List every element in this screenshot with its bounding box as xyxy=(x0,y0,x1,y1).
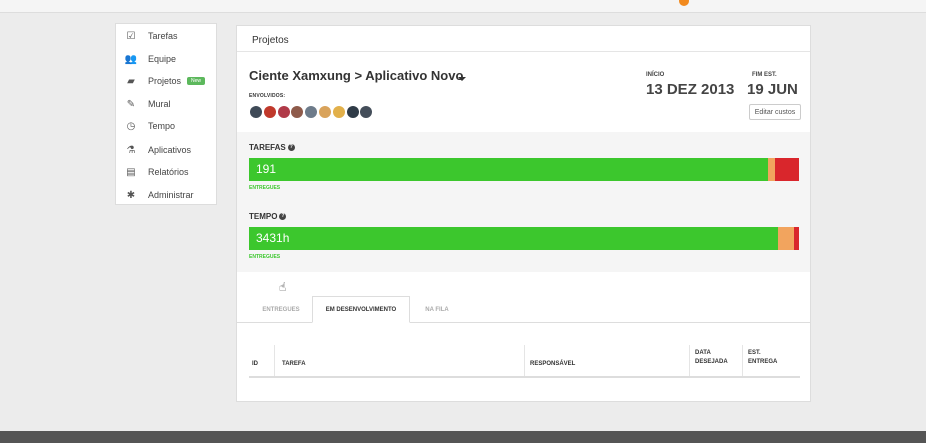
avatar[interactable] xyxy=(277,106,290,118)
metrics-panel: TAREFAS? 191 ENTREGUES TEMPO? 3431h ENTR… xyxy=(237,132,810,272)
column-divider xyxy=(742,345,743,376)
sidebar-item-tarefas[interactable]: ☑ Tarefas xyxy=(116,26,216,46)
sidebar-item-projetos[interactable]: ▰ Projetos New xyxy=(116,71,216,91)
avatar[interactable] xyxy=(332,106,345,118)
sidebar-item-label: Projetos xyxy=(148,76,182,86)
tasks-value: 191 xyxy=(256,162,277,176)
tab-na-fila[interactable]: NA FILA xyxy=(412,296,462,323)
sidebar-item-label: Administrar xyxy=(148,190,194,200)
clock-icon: ◷ xyxy=(126,120,136,132)
start-date-value: 13 DEZ 2013 xyxy=(646,81,735,98)
tasks-delivered-segment: 191 xyxy=(249,158,768,181)
sidebar-item-label: Tarefas xyxy=(148,31,178,41)
avatar[interactable] xyxy=(318,106,331,118)
column-divider xyxy=(274,345,275,376)
caret-down-icon[interactable] xyxy=(458,77,466,81)
avatar[interactable] xyxy=(360,106,373,118)
sidebar-item-tempo[interactable]: ◷ Tempo xyxy=(116,116,216,136)
time-late-segment xyxy=(794,227,799,250)
sidebar-item-aplicativos[interactable]: ⚗ Aplicativos xyxy=(116,140,216,160)
column-divider xyxy=(689,345,690,376)
hand-cursor-icon: ☝ xyxy=(279,280,287,294)
tasks-progress-bar: 191 xyxy=(249,158,800,181)
time-warning-segment xyxy=(778,227,795,250)
tasks-metric-text: TAREFAS xyxy=(249,143,286,152)
edit-costs-button[interactable]: Editar custos xyxy=(749,104,801,120)
sidebar-item-label: Tempo xyxy=(148,121,176,131)
column-header-data-desejada[interactable]: DATA DESEJADA xyxy=(695,349,735,367)
card-header: Projetos xyxy=(237,26,810,52)
users-icon: 👥 xyxy=(124,53,138,65)
sidebar-item-label: Aplicativos xyxy=(148,145,192,155)
sidebar-item-relatorios[interactable]: ▤ Relatórios xyxy=(116,162,216,182)
footer-bar xyxy=(0,431,926,443)
column-header-est-entrega[interactable]: EST. ENTREGA xyxy=(748,349,788,367)
avatar[interactable] xyxy=(250,106,262,118)
involved-avatars xyxy=(250,106,374,118)
avatar[interactable] xyxy=(263,106,276,118)
sidebar-item-label: Relatórios xyxy=(148,167,189,177)
column-header-id[interactable]: ID xyxy=(252,360,258,369)
sidebar: ☑ Tarefas 👥 Equipe ▰ Projetos New ✎ Mura… xyxy=(115,23,217,205)
new-badge: New xyxy=(187,77,206,85)
column-header-responsavel[interactable]: RESPONSÁVEL xyxy=(530,360,575,369)
folder-open-icon: ▰ xyxy=(127,75,135,87)
sidebar-item-mural[interactable]: ✎ Mural xyxy=(116,94,216,114)
involved-label: ENVOLVIDOS: xyxy=(249,93,286,99)
tab-em-desenvolvimento[interactable]: EM DESENVOLVIMENTO xyxy=(312,296,410,323)
top-bar xyxy=(0,0,926,13)
column-divider xyxy=(524,345,525,376)
check-square-icon: ☑ xyxy=(126,30,136,42)
start-date-label: INÍCIO xyxy=(646,72,665,78)
time-delivered-segment: 3431h xyxy=(249,227,779,250)
task-tabs: ENTREGUES EM DESENVOLVIMENTO NA FILA xyxy=(237,296,810,323)
sidebar-item-equipe[interactable]: 👥 Equipe xyxy=(116,49,216,69)
tasks-warning-segment xyxy=(767,158,776,181)
notification-indicator[interactable] xyxy=(679,0,689,6)
avatar[interactable] xyxy=(305,106,318,118)
project-card: Projetos Ciente Xamxung > Aplicativo Nov… xyxy=(236,25,811,402)
time-value: 3431h xyxy=(256,231,290,245)
question-circle-icon[interactable]: ? xyxy=(287,144,295,152)
tasks-metric-label: TAREFAS? xyxy=(249,143,295,152)
end-date-label: FIM EST. xyxy=(752,72,777,78)
column-header-tarefa[interactable]: TAREFA xyxy=(282,360,306,369)
flask-icon: ⚗ xyxy=(126,144,136,156)
time-metric-label: TEMPO? xyxy=(249,212,287,221)
question-circle-icon[interactable]: ? xyxy=(279,213,287,221)
tasks-delivered-label: ENTREGUES xyxy=(249,185,281,191)
gear-icon: ✱ xyxy=(126,189,136,201)
end-date-value: 19 JUN xyxy=(747,81,798,98)
pin-icon: ✎ xyxy=(126,98,136,110)
avatar[interactable] xyxy=(346,106,359,118)
time-progress-bar: 3431h xyxy=(249,227,799,250)
sidebar-item-label: Mural xyxy=(148,99,171,109)
sidebar-item-administrar[interactable]: ✱ Administrar xyxy=(116,185,216,205)
avatar[interactable] xyxy=(291,106,304,118)
project-title[interactable]: Ciente Xamxung > Aplicativo Novo xyxy=(249,68,463,83)
tasks-late-segment xyxy=(775,158,800,181)
sidebar-item-label: Equipe xyxy=(148,54,177,64)
tab-entregues[interactable]: ENTREGUES xyxy=(249,296,313,323)
document-icon: ▤ xyxy=(126,166,136,178)
time-delivered-label: ENTREGUES xyxy=(249,254,281,260)
table-header-border xyxy=(249,376,800,378)
time-metric-text: TEMPO xyxy=(249,212,278,221)
